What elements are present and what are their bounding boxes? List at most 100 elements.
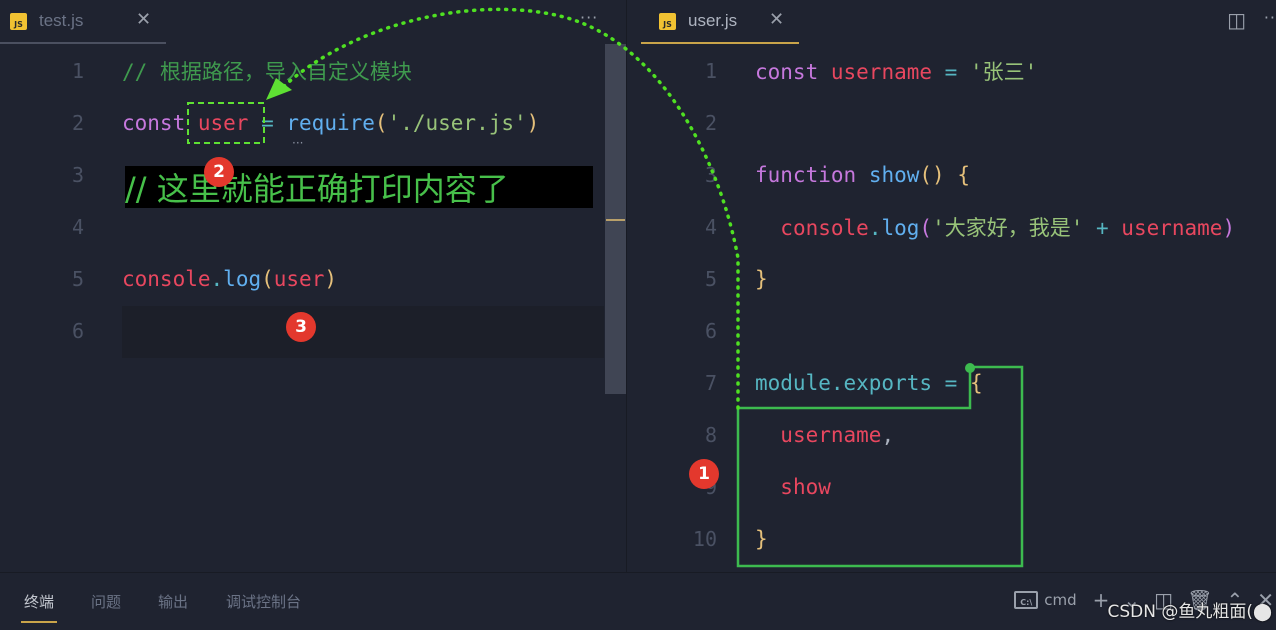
code-token: const: [755, 60, 819, 84]
code-line[interactable]: 5}: [627, 253, 1276, 305]
code-text: }: [755, 267, 768, 291]
code-line[interactable]: 10}: [627, 513, 1276, 565]
annotation-comment: // 这里就能正确打印内容了: [125, 166, 593, 208]
code-editor-test-js[interactable]: 1// 根据路径，导入自定义模块 2 const user = require('.…: [0, 44, 626, 572]
tab-user-js[interactable]: JS user.js ✕: [641, 0, 799, 44]
code-token: =: [932, 60, 970, 84]
bottom-panel: 终端 问题 输出 调试控制台 C:\ cmd + ⌄ ◫ 🗑 ⌃ ✕ CSDN @鱼丸…: [0, 572, 1276, 630]
code-line[interactable]: 1 // 根据路径，导入自定义模块: [0, 45, 626, 97]
code-editor-user-js[interactable]: 1 const username = '张三' 2 3 function show() …: [627, 44, 1276, 572]
code-text: console.log('大家好，我是' + username): [755, 212, 1235, 242]
tab-label: test.js: [39, 11, 84, 30]
code-token: module.exports: [755, 371, 933, 395]
left-tab-bar: JS test.js ✕ ···: [0, 0, 626, 44]
line-number: 5: [71, 267, 84, 291]
code-token: '张三': [969, 60, 1038, 84]
parameter-hint-dots: ···: [292, 136, 304, 150]
more-actions-icon[interactable]: ··: [1264, 8, 1276, 27]
tab-test-js[interactable]: JS test.js ✕: [0, 0, 166, 44]
right-tab-bar: JS user.js ✕ ◫ ··: [627, 0, 1276, 44]
code-text: username,: [755, 423, 894, 447]
right-editor-pane: JS user.js ✕ ◫ ·· 1 const username = '张三'…: [626, 0, 1276, 572]
close-icon[interactable]: ✕: [769, 9, 784, 30]
terminal-name[interactable]: cmd: [1044, 591, 1076, 609]
line-number: 6: [704, 319, 717, 343]
panel-tab[interactable]: 终端: [20, 591, 58, 623]
code-text: show: [755, 475, 831, 499]
code-text: console.log(user): [122, 267, 337, 291]
panel-tab[interactable]: 调试控制台: [226, 591, 301, 612]
code-token: console: [780, 216, 869, 240]
code-token: ): [324, 267, 337, 291]
code-token: (): [919, 163, 945, 187]
line-number: 3: [704, 163, 717, 187]
code-token: {: [957, 163, 970, 187]
code-token: }: [755, 267, 768, 291]
code-token: log: [223, 267, 262, 291]
watermark: CSDN @鱼丸粗面(⬤: [1107, 602, 1272, 622]
code-token: (: [261, 267, 274, 291]
code-token: user: [197, 111, 249, 135]
code-text: module.exports = {: [755, 371, 983, 395]
more-actions-icon[interactable]: ···: [580, 8, 598, 27]
code-line[interactable]: 9 show: [627, 461, 1276, 513]
code-token: username: [1121, 216, 1223, 240]
code-token: =: [932, 371, 970, 395]
step-badge-1: 1: [689, 459, 719, 489]
code-line[interactable]: 2: [627, 97, 1276, 149]
code-token: console: [122, 267, 211, 291]
js-file-icon: JS: [659, 12, 676, 30]
code-line[interactable]: 8 username,: [627, 409, 1276, 461]
code-text: function show() {: [755, 163, 970, 187]
code-text: const user = require('./user.js'): [122, 111, 539, 135]
panel-tab[interactable]: 问题: [91, 591, 121, 612]
code-token: './user.js': [387, 111, 527, 135]
code-line[interactable]: 7 module.exports = {: [627, 357, 1276, 409]
js-file-icon: JS: [10, 12, 27, 30]
line-number: 1: [704, 59, 717, 83]
code-line[interactable]: 3 function show() {: [627, 149, 1276, 201]
code-line[interactable]: 4 console.log('大家好，我是' + username): [627, 201, 1276, 253]
code-token: log: [881, 216, 920, 240]
line-number: 6: [71, 319, 84, 343]
code-token: function: [755, 163, 857, 187]
step-badge-2: 2: [204, 157, 234, 187]
code-token: ): [526, 111, 540, 135]
code-token: }: [755, 527, 768, 551]
code-token: (: [374, 111, 388, 135]
close-icon[interactable]: ✕: [136, 9, 151, 30]
panel-tab[interactable]: 输出: [158, 591, 188, 612]
code-token: require: [286, 111, 375, 135]
code-token: +: [1083, 216, 1122, 240]
code-token: show: [780, 475, 831, 499]
code-line[interactable]: 2 const user = require('./user.js'): [0, 97, 626, 149]
code-line[interactable]: 1 const username = '张三': [627, 45, 1276, 97]
code-token: // 根据路径，导入自定义模块: [122, 60, 412, 84]
code-token: '大家好，我是': [932, 216, 1084, 240]
code-token: ,: [881, 423, 895, 447]
terminal-icon: C:\: [1014, 591, 1039, 609]
line-number: 1: [71, 59, 84, 83]
line-number: 10: [692, 527, 717, 551]
code-line[interactable]: 5 console.log(user): [0, 253, 626, 305]
code-token: const: [122, 111, 186, 135]
step-badge-3: 3: [286, 312, 316, 342]
split-editor-icon[interactable]: ◫: [1227, 8, 1246, 32]
code-token: user: [273, 267, 325, 291]
scroll-position-marker: [606, 219, 625, 221]
code-line[interactable]: 6: [627, 305, 1276, 357]
line-number: 4: [71, 215, 84, 239]
code-token: username: [830, 60, 933, 84]
code-token: ): [1222, 216, 1236, 240]
line-number: 8: [704, 423, 717, 447]
editor-scrollbar[interactable]: [605, 44, 626, 394]
code-token: show: [868, 163, 920, 187]
line-number: 7: [704, 371, 717, 395]
code-token: username: [780, 423, 882, 447]
